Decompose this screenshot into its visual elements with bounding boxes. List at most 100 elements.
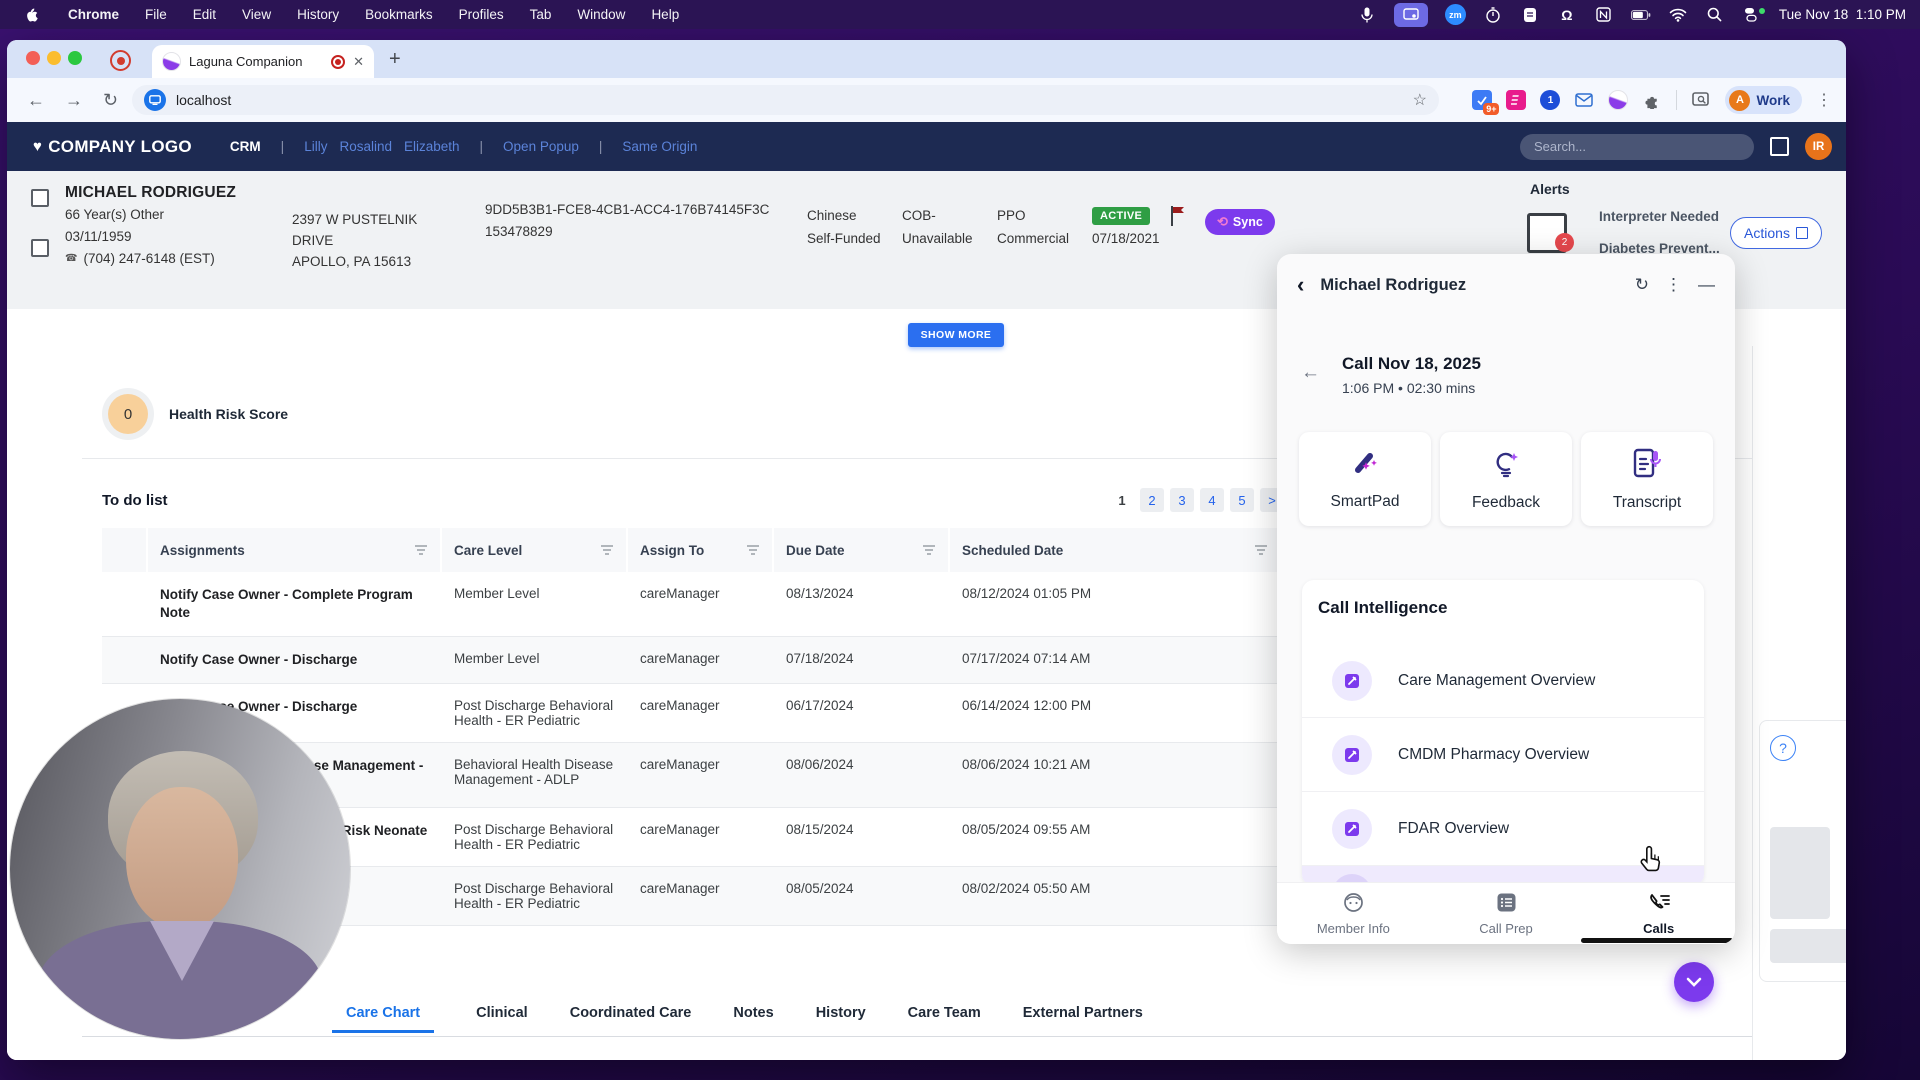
minimize-window-button[interactable] <box>47 51 61 65</box>
mail-extension-icon[interactable] <box>1574 90 1594 110</box>
menu-view[interactable]: View <box>242 7 271 22</box>
extensions-puzzle-icon[interactable] <box>1642 90 1662 110</box>
new-tab-button[interactable]: + <box>389 48 401 71</box>
apple-icon[interactable] <box>22 5 42 25</box>
screen-share-icon[interactable] <box>1394 3 1428 27</box>
cell-due-date: 07/18/2024 <box>774 637 950 683</box>
header-assignments[interactable]: Assignments <box>148 528 442 572</box>
tab-capture-icon[interactable] <box>144 89 166 111</box>
page-4[interactable]: 4 <box>1200 488 1224 512</box>
actions-button[interactable]: Actions <box>1730 217 1822 249</box>
screen-search-icon[interactable] <box>1691 90 1711 110</box>
filter-icon[interactable] <box>746 544 760 557</box>
notion-icon[interactable] <box>1594 5 1614 25</box>
tab-close-button[interactable]: ✕ <box>353 54 364 70</box>
close-window-button[interactable] <box>26 51 40 65</box>
open-popup-link[interactable]: Open Popup <box>503 139 579 154</box>
header-care-level[interactable]: Care Level <box>442 528 628 572</box>
zoom-window-button[interactable] <box>68 51 82 65</box>
url-text[interactable]: localhost <box>176 92 1403 108</box>
same-origin-link[interactable]: Same Origin <box>622 139 697 154</box>
browser-profile-chip[interactable]: A Work <box>1725 86 1802 114</box>
menu-tab[interactable]: Tab <box>530 7 552 22</box>
menubar-clock[interactable]: Tue Nov 18 1:10 PM <box>1779 7 1906 22</box>
extension-icon-pink[interactable] <box>1506 90 1526 110</box>
header-assign-to[interactable]: Assign To <box>628 528 774 572</box>
menu-profiles[interactable]: Profiles <box>459 7 504 22</box>
patient-link-rosalind[interactable]: Rosalind <box>339 139 392 154</box>
refresh-icon[interactable]: ↻ <box>1635 275 1649 295</box>
page-5[interactable]: 5 <box>1230 488 1254 512</box>
timer-icon[interactable] <box>1483 5 1503 25</box>
forward-button[interactable]: → <box>65 90 83 111</box>
omega-icon[interactable]: Ω <box>1557 5 1577 25</box>
user-avatar[interactable]: IR <box>1805 133 1832 160</box>
header-due-date[interactable]: Due Date <box>774 528 950 572</box>
menu-history[interactable]: History <box>297 7 339 22</box>
browser-tab[interactable]: Laguna Companion ✕ <box>152 45 374 78</box>
menu-help[interactable]: Help <box>651 7 679 22</box>
filter-icon[interactable] <box>1254 544 1268 557</box>
sync-button[interactable]: ⟲ Sync <box>1205 209 1275 235</box>
spotlight-search-icon[interactable] <box>1705 5 1725 25</box>
notes-icon[interactable] <box>1520 5 1540 25</box>
laguna-extension-icon[interactable] <box>1608 90 1628 110</box>
patient-link-elizabeth[interactable]: Elizabeth <box>404 139 460 154</box>
profile-name: Work <box>1756 93 1790 108</box>
wifi-icon[interactable] <box>1668 5 1688 25</box>
ci-item-care-management[interactable]: Care Management Overview <box>1302 644 1704 718</box>
tab-external-partners[interactable]: External Partners <box>1023 1005 1143 1033</box>
show-more-button[interactable]: SHOW MORE <box>908 323 1004 347</box>
scroll-down-fab[interactable] <box>1674 962 1714 1002</box>
page-1[interactable]: 1 <box>1110 488 1134 512</box>
filter-icon[interactable] <box>414 544 428 557</box>
page-2[interactable]: 2 <box>1140 488 1164 512</box>
nav-crm[interactable]: CRM <box>230 139 261 154</box>
patient-checkbox-1[interactable] <box>31 189 49 207</box>
header-scheduled-date[interactable]: Scheduled Date <box>950 528 1282 572</box>
ci-item-cmdm-pharmacy[interactable]: CMDM Pharmacy Overview <box>1302 718 1704 792</box>
back-chevron-icon[interactable]: ‹ <box>1297 274 1304 296</box>
ci-item-label: Care Management Overview <box>1398 672 1595 690</box>
popup-tab-member-info[interactable]: Member Info <box>1277 883 1430 944</box>
tab-coordinated-care[interactable]: Coordinated Care <box>570 1005 692 1033</box>
zoom-app-icon[interactable]: zm <box>1445 4 1466 25</box>
extension-icon-blue[interactable]: 9+ <box>1472 90 1492 110</box>
smartpad-card[interactable]: SmartPad <box>1299 432 1431 526</box>
address-bar[interactable]: localhost ☆ <box>132 85 1439 115</box>
filter-icon[interactable] <box>600 544 614 557</box>
filter-icon[interactable] <box>922 544 936 557</box>
tab-care-team[interactable]: Care Team <box>908 1005 981 1033</box>
menu-file[interactable]: File <box>145 7 167 22</box>
back-button[interactable]: ← <box>27 90 45 111</box>
menu-chrome[interactable]: Chrome <box>68 7 119 22</box>
fast-user-switch-icon[interactable] <box>1742 5 1762 25</box>
tab-clinical[interactable]: Clinical <box>476 1005 528 1033</box>
menu-window[interactable]: Window <box>577 7 625 22</box>
patient-link-lilly[interactable]: Lilly <box>304 139 327 154</box>
table-row[interactable]: Notify Case Owner - Complete Program Not… <box>102 572 1282 637</box>
tab-notes[interactable]: Notes <box>733 1005 773 1033</box>
search-input[interactable] <box>1520 134 1754 160</box>
browser-menu-kebab[interactable]: ⋮ <box>1816 90 1832 110</box>
help-icon[interactable]: ? <box>1770 735 1796 761</box>
popup-tab-call-prep[interactable]: Call Prep <box>1430 883 1583 944</box>
kebab-menu-icon[interactable]: ⋮ <box>1665 275 1682 295</box>
table-row[interactable]: Notify Case Owner - Discharge Member Lev… <box>102 637 1282 684</box>
microphone-icon[interactable] <box>1357 5 1377 25</box>
menu-bookmarks[interactable]: Bookmarks <box>365 7 433 22</box>
window-toggle-icon[interactable] <box>1770 137 1789 156</box>
patient-checkbox-2[interactable] <box>31 239 49 257</box>
feedback-card[interactable]: Feedback <box>1440 432 1572 526</box>
tab-care-chart[interactable]: Care Chart <box>332 1005 434 1033</box>
popup-tab-calls[interactable]: Calls <box>1582 883 1735 944</box>
back-arrow-icon[interactable]: ← <box>1301 362 1320 396</box>
transcript-card[interactable]: Transcript <box>1581 432 1713 526</box>
page-3[interactable]: 3 <box>1170 488 1194 512</box>
tab-history[interactable]: History <box>816 1005 866 1033</box>
onepassword-icon[interactable]: 1 <box>1540 90 1560 110</box>
reload-button[interactable]: ↻ <box>103 90 118 111</box>
bookmark-star-icon[interactable]: ☆ <box>1413 90 1427 110</box>
minimize-icon[interactable]: — <box>1698 275 1715 295</box>
menu-edit[interactable]: Edit <box>193 7 216 22</box>
